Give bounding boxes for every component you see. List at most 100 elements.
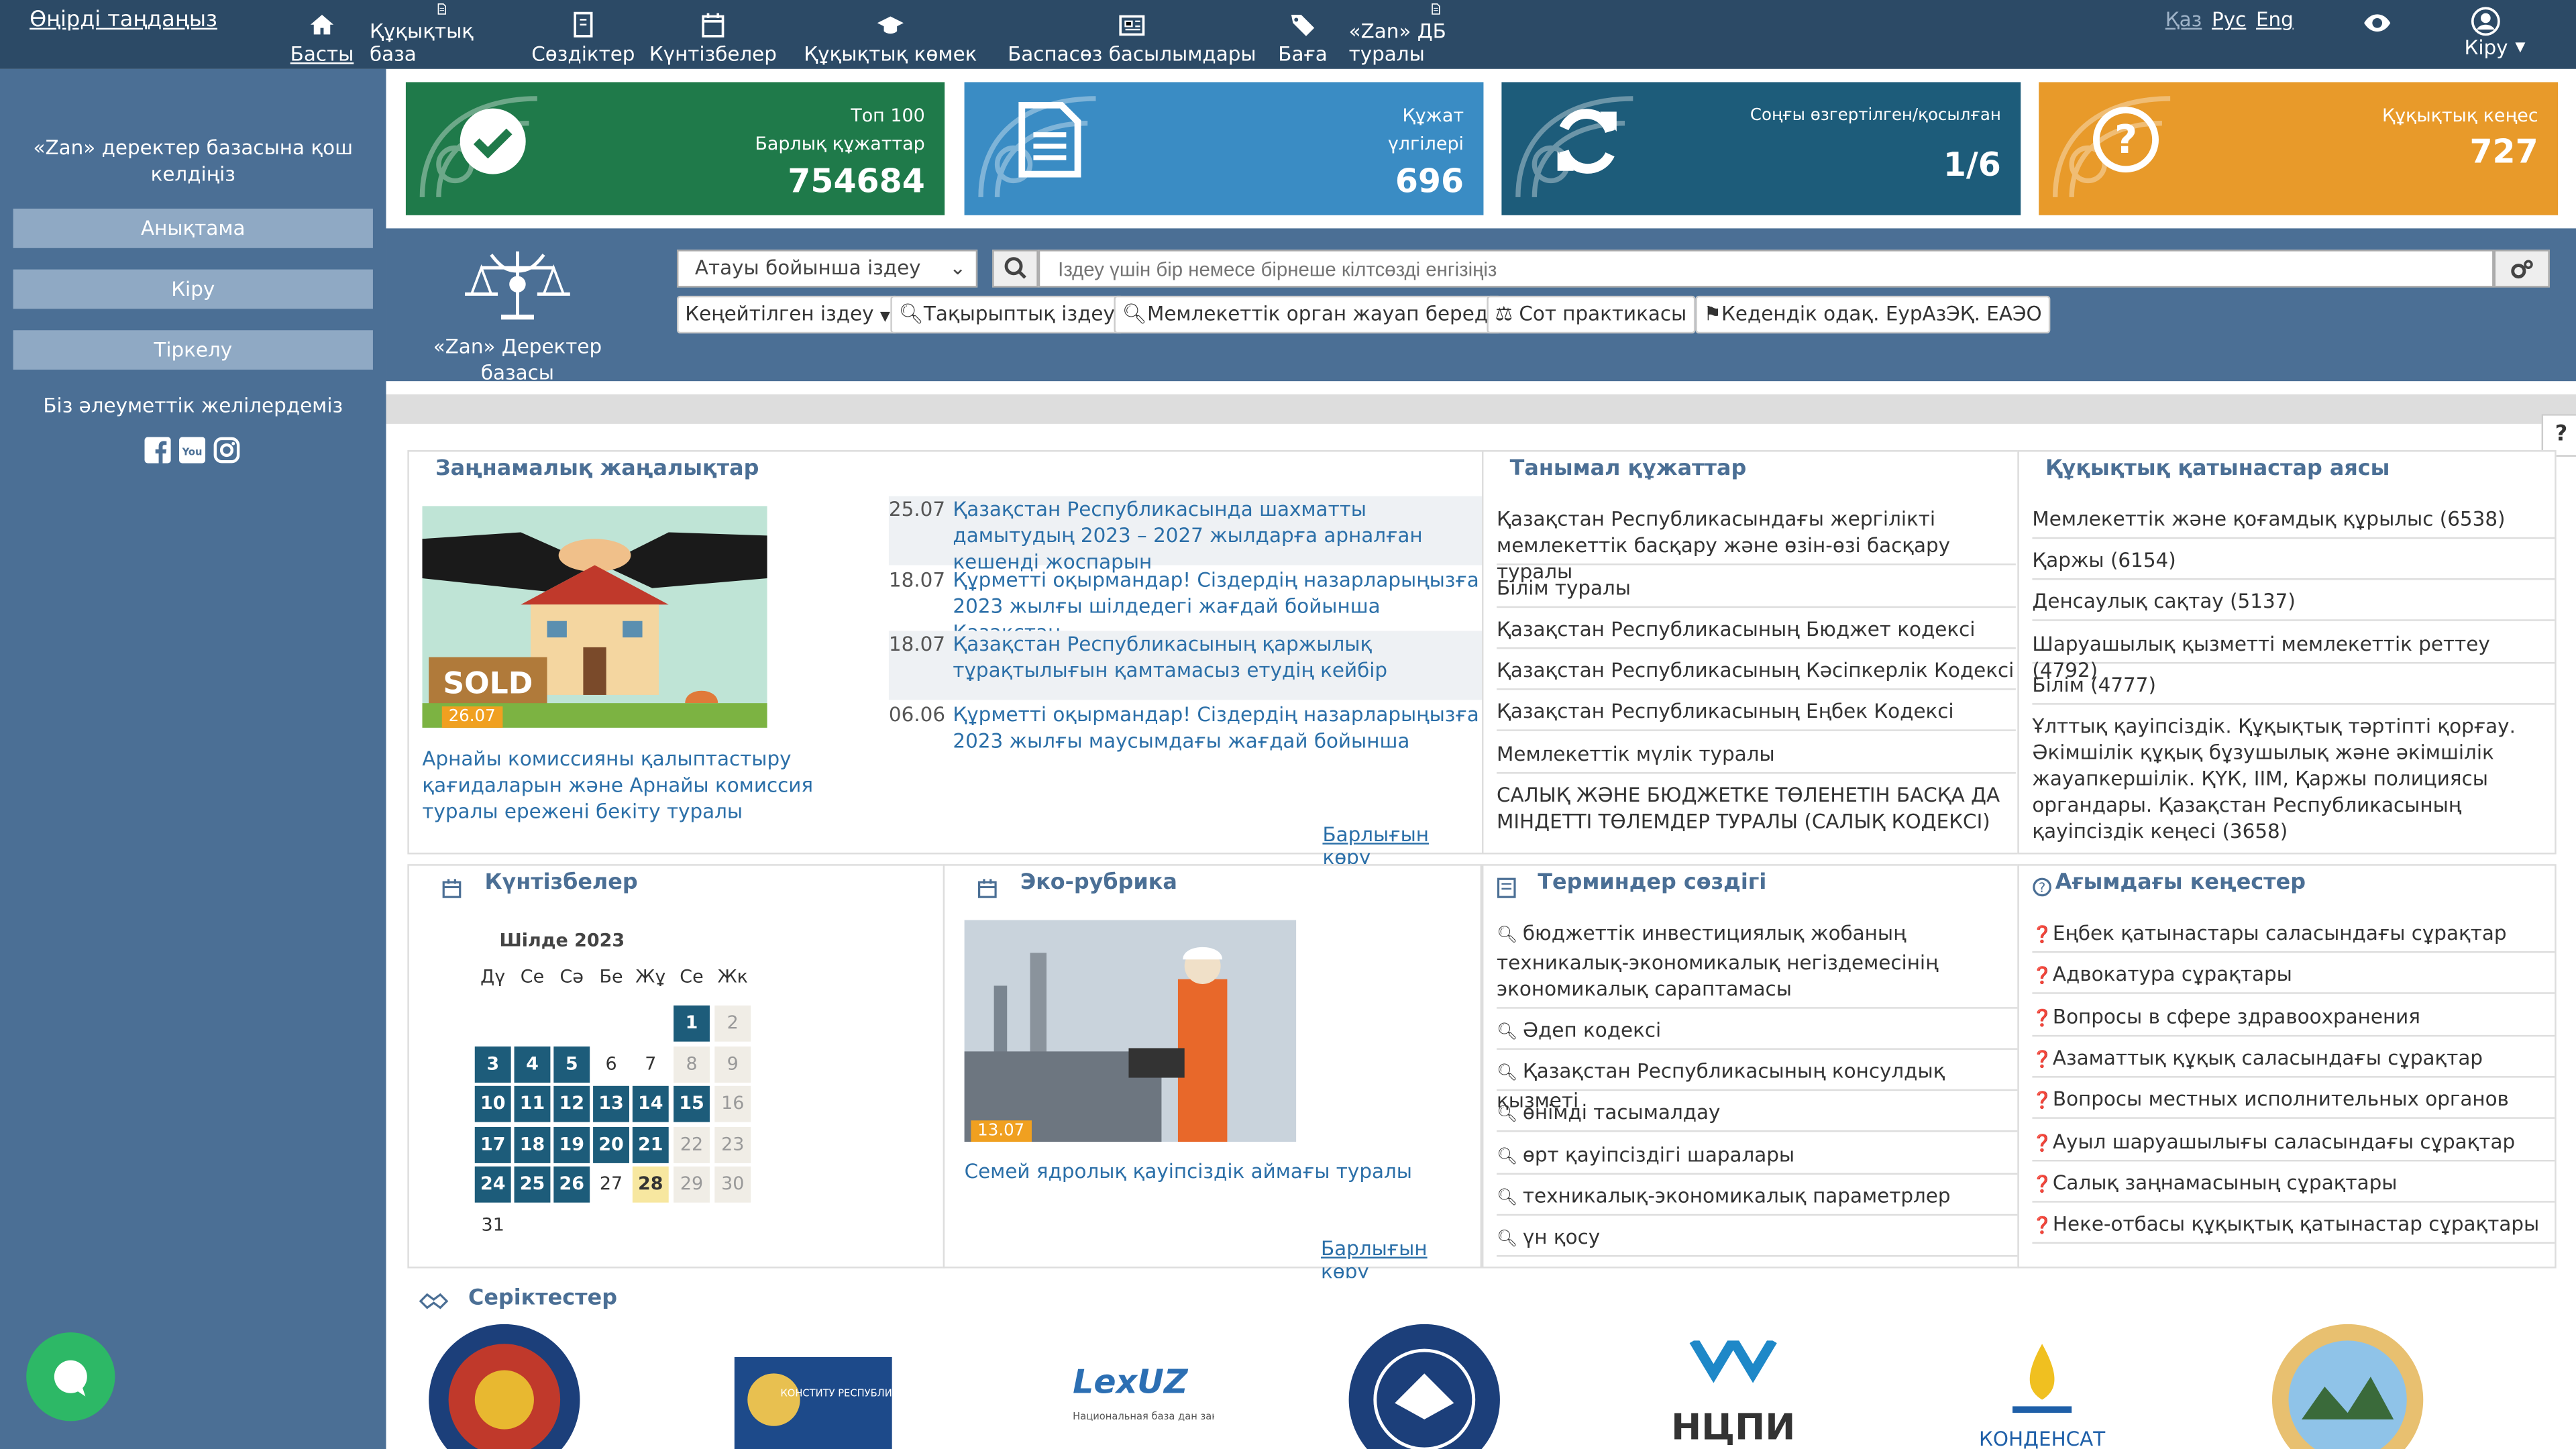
tile-templates[interactable]: Құжат үлгілері 696: [964, 82, 1484, 215]
news-link[interactable]: Қазақстан Республикасының қаржылық тұрақ…: [953, 631, 1482, 683]
advice-link[interactable]: ❓Вопросы в сфере здравоохранения: [2032, 1003, 2555, 1036]
term-link[interactable]: 🔍︎ Қазақстан Республикасының консулдық қ…: [1497, 1058, 2019, 1112]
calendar-day[interactable]: 26: [553, 1166, 590, 1203]
news-item[interactable]: 18.07 Қазақстан Республикасының қаржылық …: [888, 631, 1482, 700]
customs-union-button[interactable]: ⚑Кедендік одақ. ЕурАзЭҚ. ЕАЭО: [1695, 295, 2050, 334]
news-see-all-link[interactable]: Барлығын көру: [1322, 823, 1482, 869]
advice-link[interactable]: ❓Салық заңнамасының сұрақтары: [2032, 1169, 2555, 1203]
calendar-day[interactable]: 18: [514, 1127, 551, 1163]
calendar-day[interactable]: 15: [674, 1085, 710, 1122]
tile-top100[interactable]: Топ 100 Барлық құжаттар 754684: [405, 82, 945, 215]
advice-link[interactable]: ❓Азаматтық құқық саласындағы сұрақтар: [2032, 1044, 2555, 1078]
term-link[interactable]: 🔍︎ өрт қауіпсіздігі шаралары: [1497, 1142, 2019, 1175]
legal-area-link[interactable]: Ұлттық қауіпсіздік. Құқықтық тәртіпті қо…: [2032, 713, 2555, 848]
advice-link[interactable]: ❓Адвокатура сұрақтары: [2032, 961, 2555, 995]
advice-link[interactable]: ❓Еңбек қатынастары саласындағы сұрақтар: [2032, 920, 2555, 953]
login-button[interactable]: Кіру: [13, 269, 373, 309]
popular-doc-link[interactable]: Қазақстан Республикасының Бюджет кодексі: [1497, 616, 2016, 649]
legal-area-link[interactable]: Білім (4777): [2032, 672, 2555, 705]
calendar-day[interactable]: 12: [553, 1085, 590, 1122]
lang-kaz[interactable]: Қаз: [2165, 8, 2202, 31]
calendar-day[interactable]: 1: [674, 1005, 710, 1042]
news-link[interactable]: Құрметті оқырмандар! Сіздердің назарлары…: [953, 702, 1482, 754]
search-mode-select[interactable]: Атауы бойынша іздеу ⌄: [676, 250, 978, 288]
instagram-icon[interactable]: [213, 437, 240, 464]
nav-legal-base[interactable]: Құқықтық база: [362, 3, 523, 66]
lang-eng[interactable]: Eng: [2256, 8, 2294, 31]
search-input[interactable]: [1038, 250, 2494, 288]
eco-image[interactable]: [964, 920, 1297, 1142]
legal-area-link[interactable]: Шаруашылық қызметті мемлекеттік реттеу (…: [2032, 631, 2555, 682]
calendar-day[interactable]: 20: [593, 1127, 629, 1163]
tile-recent[interactable]: Соңғы өзгертілген/қосылған 1/6: [1501, 82, 2021, 215]
calendar-day[interactable]: 25: [514, 1166, 551, 1203]
advanced-search-button[interactable]: Кеңейтілген іздеу ▼: [676, 295, 899, 334]
nav-price[interactable]: Баға: [1265, 3, 1341, 66]
nav-legal-help[interactable]: Құқықтық көмек: [782, 3, 999, 66]
partner-logo-constitution[interactable]: КОНСТИТУ РЕСПУБЛИ: [734, 1356, 892, 1449]
term-link[interactable]: 🔍︎ өнімді тасымалдау: [1497, 1099, 2019, 1132]
calendar-day[interactable]: 17: [474, 1127, 511, 1163]
news-item[interactable]: 25.07 Қазақстан Республикасында шахматты …: [888, 496, 1482, 574]
advice-link[interactable]: ❓Неке-отбасы құқықтық қатынастар сұрақта…: [2032, 1211, 2555, 1244]
chat-button[interactable]: [26, 1332, 115, 1421]
popular-doc-link[interactable]: Білім туралы: [1497, 575, 2016, 608]
search-button[interactable]: [992, 250, 1038, 288]
facebook-icon[interactable]: [144, 437, 171, 464]
popular-doc-link[interactable]: Мемлекеттік мүлік туралы: [1497, 741, 2016, 774]
news-item[interactable]: 06.06 Құрметті оқырмандар! Сіздердің наза…: [889, 702, 1482, 764]
partner-logo-ncpi[interactable]: НЦПИ: [1671, 1340, 1796, 1449]
help-button[interactable]: Анықтама: [13, 209, 373, 248]
nav-about[interactable]: «Zan» ДБ туралы: [1340, 3, 1531, 66]
calendar-day[interactable]: 3: [474, 1046, 511, 1083]
eco-caption-link[interactable]: Семей ядролық қауіпсіздік аймағы туралы: [965, 1160, 1458, 1183]
advice-link[interactable]: ❓Ауыл шаруашылығы саласындағы сұрақтар: [2032, 1128, 2555, 1161]
youtube-icon[interactable]: You: [178, 437, 206, 464]
partner-logo-kondensat[interactable]: КОНДЕНСАТ: [1964, 1344, 2121, 1449]
news-item[interactable]: 18.07 Құрметті оқырмандар! Сіздердің наза…: [889, 567, 1482, 644]
nav-calendars[interactable]: Күнтізбелер: [644, 3, 782, 66]
calendar-day[interactable]: 5: [553, 1046, 590, 1083]
calendar-day[interactable]: 21: [632, 1127, 669, 1163]
login-menu[interactable]: Кіру: [2464, 7, 2508, 59]
popular-doc-link[interactable]: Қазақстан Республикасының Еңбек Кодексі: [1497, 698, 2016, 731]
news-link[interactable]: Қазақстан Республикасында шахматты дамыт…: [953, 496, 1482, 576]
tile-legal-advice[interactable]: ? Құқықтық кеңес 727: [2039, 82, 2559, 215]
partner-logo-security-council[interactable]: [425, 1321, 583, 1449]
calendar-day[interactable]: 19: [553, 1127, 590, 1163]
advice-link[interactable]: ❓Вопросы местных исполнительных органов: [2032, 1086, 2555, 1120]
popular-doc-link[interactable]: Қазақстан Республикасының Кәсіпкерлік Ко…: [1497, 657, 2016, 690]
eye-icon[interactable]: [2363, 11, 2392, 34]
term-link[interactable]: 🔍︎ бюджеттік инвестициялық жобаның техни…: [1497, 920, 2019, 1009]
calendar-day[interactable]: 13: [593, 1085, 629, 1122]
calendar-day[interactable]: 11: [514, 1085, 551, 1122]
legal-area-link[interactable]: Қаржы (6154): [2032, 547, 2555, 580]
calendar-day[interactable]: 4: [514, 1046, 551, 1083]
zan-logo[interactable]: «Zan» Деректер базасы: [432, 245, 603, 386]
popular-doc-link[interactable]: САЛЫҚ ЖӘНЕ БЮДЖЕТКЕ ТӨЛЕНЕТІН БАСҚА ДА М…: [1497, 782, 2016, 841]
legal-area-link[interactable]: Денсаулық сақтау (5137): [2032, 588, 2555, 621]
legal-area-link[interactable]: Мемлекеттік және қоғамдық құрылыс (6538): [2032, 506, 2555, 539]
partner-logo-justice-ministry[interactable]: [1346, 1321, 1503, 1449]
calendar-day[interactable]: 24: [474, 1166, 511, 1203]
news-image[interactable]: SOLD: [422, 506, 767, 728]
search-settings-button[interactable]: [2493, 250, 2550, 288]
thematic-search-button[interactable]: 🔍︎Тақырыптық іздеу: [890, 295, 1124, 334]
term-link[interactable]: 🔍︎ үн қосу: [1497, 1224, 2019, 1257]
register-button[interactable]: Тіркелу: [13, 330, 373, 370]
partner-logo-lexuz[interactable]: LexUZ Национальная база дан законодательс…: [1066, 1357, 1214, 1439]
calendar-day[interactable]: 10: [474, 1085, 511, 1122]
state-body-answers-button[interactable]: 🔍︎Мемлекеттік орган жауап береді: [1114, 295, 1502, 334]
eco-see-all-link[interactable]: Барлығын көру: [1321, 1237, 1481, 1283]
nav-dictionaries[interactable]: Сөздіктер: [523, 3, 644, 66]
region-selector[interactable]: Өңірді таңдаңыз: [30, 8, 217, 33]
term-link[interactable]: 🔍︎ Әдеп кодексі: [1497, 1017, 2019, 1050]
partner-logo-city-emblem[interactable]: [2269, 1321, 2426, 1449]
popular-doc-link[interactable]: Қазақстан Республикасындағы жергілікті м…: [1497, 506, 2016, 583]
court-practice-button[interactable]: ⚖ Сот практикасы: [1487, 295, 1695, 334]
lang-rus[interactable]: Рус: [2212, 8, 2246, 31]
news-caption-link[interactable]: Арнайы комиссияны қалыптастыру қағидалар…: [422, 746, 816, 825]
term-link[interactable]: 🔍︎ техникалық-экономикалық параметрлер: [1497, 1183, 2019, 1216]
nav-press[interactable]: Баспасөз басылымдары: [999, 3, 1265, 66]
nav-home[interactable]: Басты: [282, 3, 362, 66]
